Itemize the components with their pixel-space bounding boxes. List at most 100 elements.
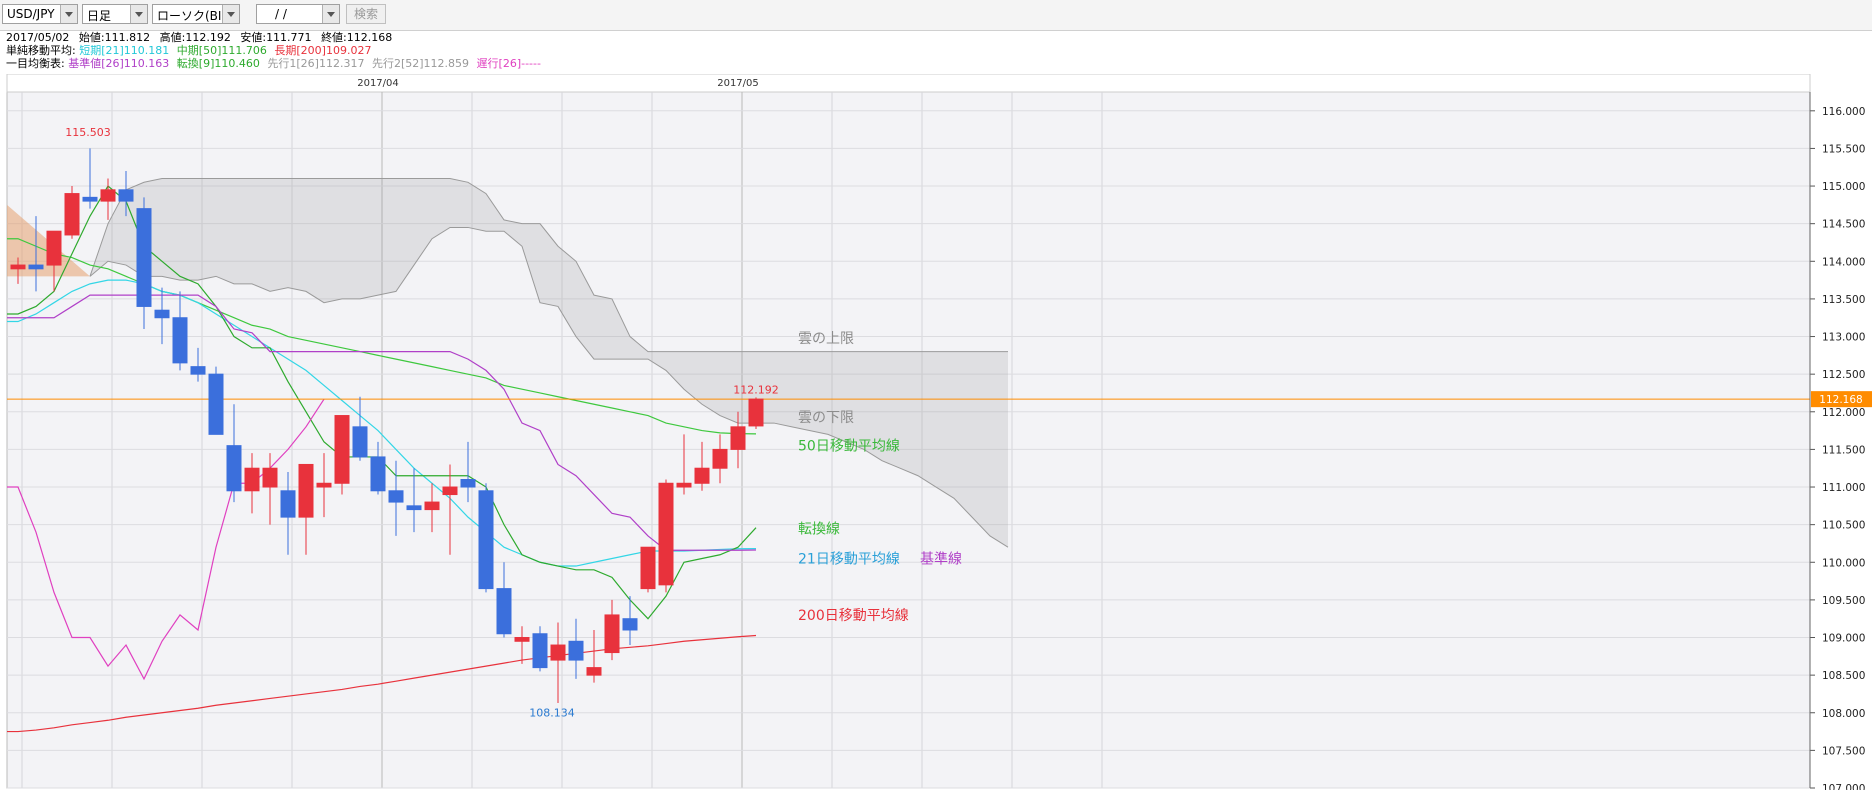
candle-bear: [352, 426, 368, 458]
symbol-select[interactable]: USD/JPY: [2, 4, 78, 24]
candle-bear: [172, 317, 188, 364]
sma-mid: 中期[50]111.706: [176, 44, 267, 57]
month-labels: 2017/04 2017/05: [6, 73, 1811, 93]
candle-bull: [10, 264, 26, 270]
candle-bear: [532, 633, 548, 669]
toolbar: USD/JPY 日足 ローソク(BID) / / 検索: [0, 0, 1872, 31]
candle-bear: [118, 189, 134, 202]
axis-tick-label: 112.000: [1822, 407, 1865, 419]
chevron-down-icon: [60, 5, 77, 23]
axis-tick-label: 112.500: [1822, 369, 1865, 381]
candle-bear: [370, 456, 386, 492]
ichimoku-span1: 先行1[26]112.317: [267, 57, 365, 70]
candle-bull: [298, 463, 314, 518]
candle-bull: [334, 415, 350, 484]
chevron-down-icon: [322, 5, 339, 23]
candle-bear: [208, 373, 224, 435]
axis-tick-label: 115.000: [1822, 181, 1865, 193]
sma-short: 短期[21]110.181: [79, 44, 170, 57]
period-select-value: 日足: [87, 9, 112, 23]
chart-area: 2017/04 2017/05 112.168 115.503 108.134 112…: [0, 73, 1872, 793]
candle-bear: [82, 196, 98, 202]
period-select[interactable]: 日足: [82, 4, 148, 24]
info-panel: 2017/05/02 始値:111.812 高値:112.192 安値:111.…: [0, 31, 1872, 75]
candle-bear: [622, 618, 638, 631]
axis-tick-label: 110.500: [1822, 520, 1865, 532]
axis-tick-label: 111.000: [1822, 482, 1865, 494]
chevron-down-icon: [222, 5, 239, 23]
date-input[interactable]: / /: [256, 4, 340, 24]
ichimoku-kijun: 基準値[26]110.163: [68, 57, 170, 70]
axis-tick-label: 113.000: [1822, 332, 1865, 344]
date-input-value: / /: [275, 7, 287, 21]
chevron-down-icon: [130, 5, 147, 23]
candle-bull: [658, 482, 674, 586]
close-label: 終値:: [321, 31, 347, 44]
line-label-cloud_lower: 雲の下限: [798, 410, 854, 426]
candle-bull: [550, 644, 566, 661]
line-label-cloud_upper: 雲の上限: [798, 331, 854, 347]
candle-bull: [748, 398, 764, 427]
axis-tick-label: 107.000: [1822, 783, 1865, 790]
candle-bear: [568, 640, 584, 661]
month-label: 2017/04: [357, 78, 399, 89]
axis-tick-label: 108.500: [1822, 670, 1865, 682]
axis-tick-label: 107.500: [1822, 745, 1865, 757]
axis-tick-label: 110.000: [1822, 557, 1865, 569]
open-value: 111.812: [104, 31, 151, 44]
low-annotation: 108.134: [529, 707, 575, 720]
ohlc-row: 2017/05/02 始値:111.812 高値:112.192 安値:111.…: [0, 31, 1872, 44]
candle-bull: [316, 482, 332, 488]
last-high-annotation: 112.192: [733, 383, 779, 396]
axis-tick-label: 109.000: [1822, 633, 1865, 645]
month-label-strip: [6, 73, 1811, 93]
line-label-sma50: 50日移動平均線: [798, 439, 900, 455]
candlestick-chart: 2017/04 2017/05 112.168 115.503 108.134 112…: [6, 73, 1872, 793]
ichimoku-label: 一目均衡表:: [6, 57, 65, 70]
sma-label: 単純移動平均:: [6, 44, 76, 57]
chart-type-select[interactable]: ローソク(BID): [152, 4, 240, 24]
candle-bull: [604, 614, 620, 654]
high-annotation: 115.503: [65, 126, 111, 139]
axis-tick-label: 116.000: [1822, 106, 1865, 118]
month-label: 2017/05: [717, 78, 759, 89]
line-label-sma200: 200日移動平均線: [798, 608, 909, 624]
candle-bull: [46, 230, 62, 266]
axis-tick-label: 111.500: [1822, 444, 1865, 456]
axis-tick-label: 113.500: [1822, 294, 1865, 306]
candle-bull: [64, 193, 80, 236]
candle-bull: [640, 546, 656, 590]
candle-bull: [676, 482, 692, 488]
candle-bull: [244, 467, 260, 492]
search-button[interactable]: 検索: [346, 4, 386, 24]
sma-long: 長期[200]109.027: [274, 44, 372, 57]
axis-tick-label: 109.500: [1822, 595, 1865, 607]
open-label: 始値:: [78, 31, 105, 44]
line-label-kijun: 基準線: [920, 551, 962, 568]
candle-bull: [712, 448, 728, 469]
candle-bear: [136, 208, 152, 307]
axis-tick-label: 115.500: [1822, 143, 1865, 155]
candle-bear: [496, 588, 512, 635]
candle-bull: [442, 486, 458, 496]
candle-bull: [586, 667, 602, 676]
candle-bear: [478, 490, 494, 590]
low-label: 安値:: [240, 31, 267, 44]
ichimoku-chikou: 遅行[26]-----: [476, 57, 541, 70]
high-label: 高値:: [159, 31, 186, 44]
candle-bull: [730, 426, 746, 450]
candle-bear: [388, 490, 404, 503]
ichimoku-span2: 先行2[52]112.859: [371, 57, 470, 70]
axis-tick-label: 114.500: [1822, 219, 1865, 231]
axis-tick-label: 108.000: [1822, 708, 1865, 720]
ichimoku-row: 一目均衡表: 基準値[26]110.163 転換[9]110.460 先行1[2…: [0, 57, 1872, 70]
ohlc-date: 2017/05/02: [6, 31, 70, 44]
candle-bull: [424, 501, 440, 511]
high-value: 112.192: [185, 31, 231, 44]
sma-row: 単純移動平均: 短期[21]110.181 中期[50]111.706 長期[2…: [0, 44, 1872, 57]
line-label-tenkan: 転換線: [798, 521, 840, 537]
ichimoku-tenkan: 転換[9]110.460: [176, 57, 260, 70]
candle-bull: [262, 467, 278, 488]
current-price-tag-label: 112.168: [1819, 394, 1862, 406]
candle-bear: [460, 479, 476, 488]
